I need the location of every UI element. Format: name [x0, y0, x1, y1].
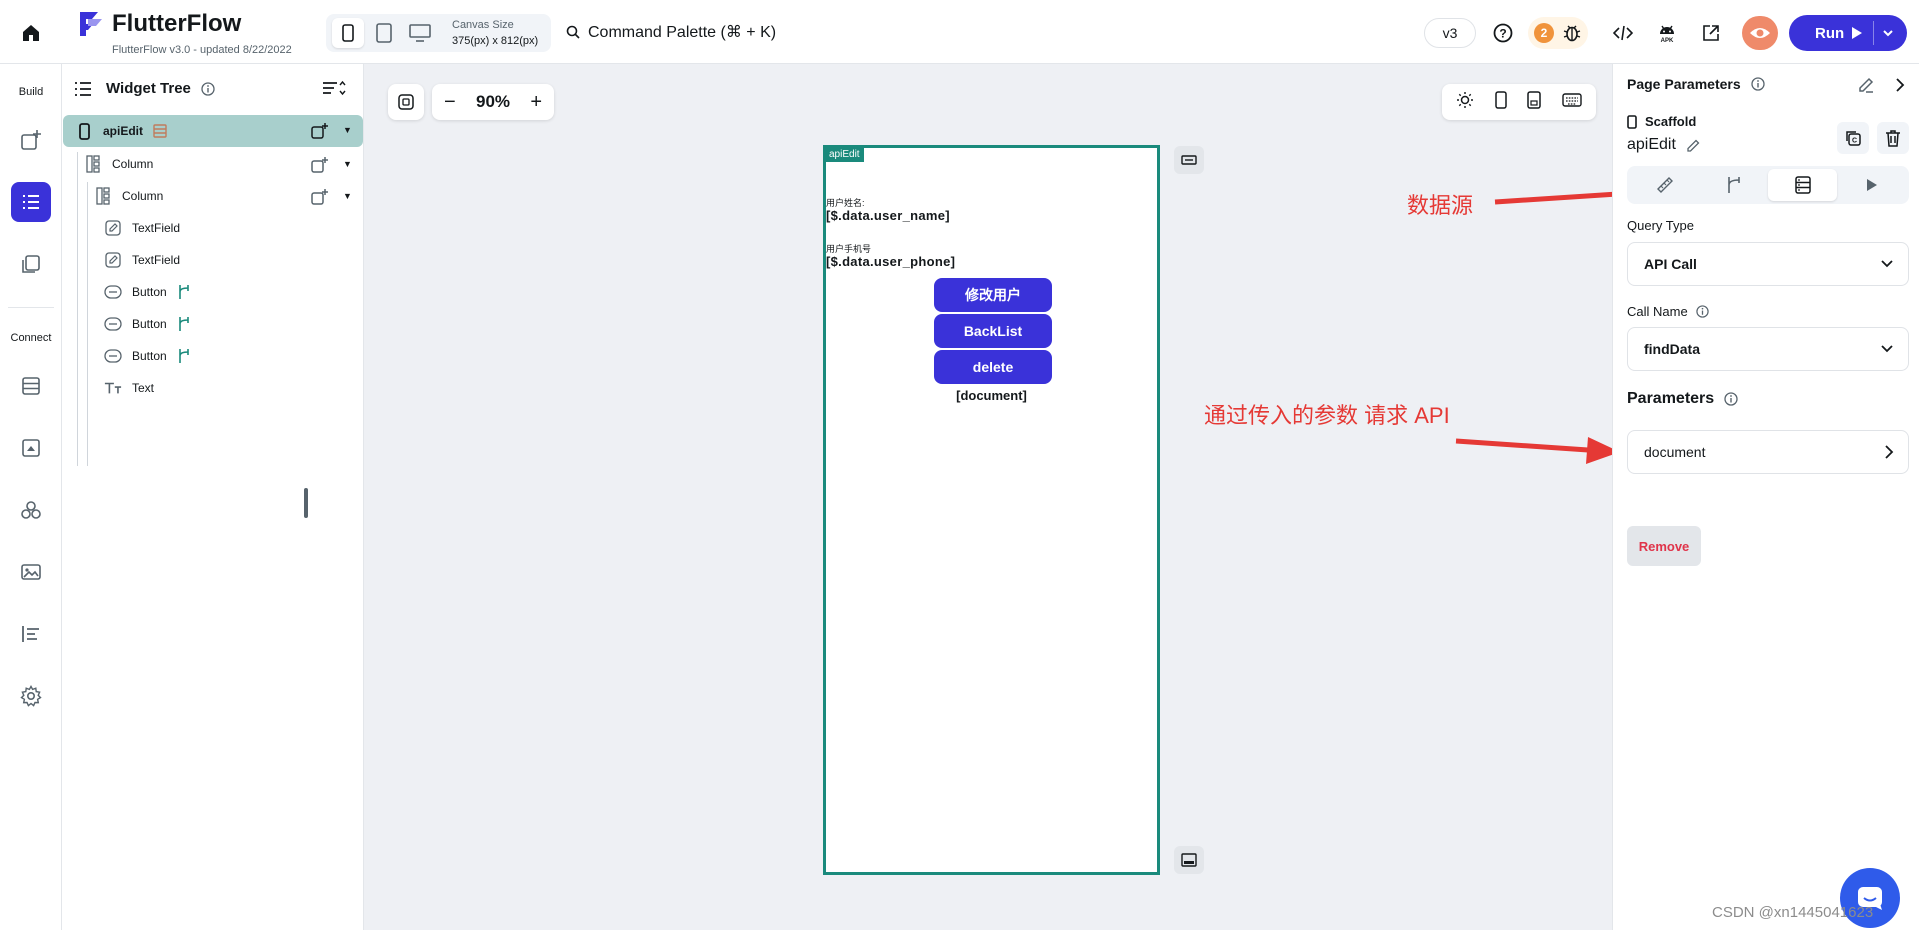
edit-pencil-icon[interactable] [1857, 76, 1875, 99]
copy-widget-icon[interactable]: C [1837, 122, 1869, 154]
properties-tabs [1627, 166, 1909, 204]
query-type-select[interactable]: API Call [1627, 242, 1909, 286]
panel-title: Page Parameters [1627, 76, 1741, 92]
rename-pencil-icon[interactable] [1686, 138, 1701, 153]
query-type-label-text: Query Type [1627, 218, 1694, 233]
request-api-annotation: 通过传入的参数 请求 API [1204, 403, 1450, 428]
query-type-label: Query Type [1627, 218, 1694, 233]
widget-name[interactable]: apiEdit [1627, 136, 1701, 154]
widget-type: Scaffold [1627, 114, 1696, 129]
remove-query-button[interactable]: Remove [1627, 526, 1701, 566]
parameters-section: Parameters [1627, 390, 1738, 408]
tab-animations[interactable] [1837, 169, 1906, 201]
widget-name-label: apiEdit [1627, 136, 1676, 153]
delete-trash-icon[interactable] [1877, 122, 1909, 154]
widget-type-label: Scaffold [1645, 114, 1697, 129]
tab-backend-query[interactable] [1768, 169, 1837, 201]
call-name-select[interactable]: findData [1627, 327, 1909, 371]
datasource-annotation: 数据源 [1407, 193, 1474, 218]
call-name-label-text: Call Name [1627, 304, 1688, 319]
parameters-title: Parameters [1627, 390, 1715, 407]
properties-panel: Page Parameters Scaffold apiEdit C Query… [1612, 64, 1919, 930]
info-icon[interactable] [1696, 305, 1709, 318]
call-name-value: findData [1644, 341, 1700, 357]
database-icon [1794, 176, 1811, 194]
query-type-value: API Call [1644, 256, 1697, 272]
chevron-right-icon [1885, 445, 1894, 459]
info-icon[interactable] [1724, 392, 1738, 406]
ruler-pencil-icon [1656, 177, 1673, 193]
tab-actions[interactable] [1699, 169, 1768, 201]
chevron-right-icon[interactable] [1893, 76, 1907, 99]
call-name-label: Call Name [1627, 304, 1709, 319]
svg-text:C: C [1852, 138, 1857, 145]
play-icon [1866, 179, 1877, 191]
parameter-name: document [1644, 444, 1706, 460]
chevron-down-icon [1881, 260, 1893, 268]
action-flow-icon [1727, 177, 1740, 193]
tab-properties[interactable] [1630, 169, 1699, 201]
info-icon[interactable] [1750, 77, 1765, 91]
csdn-watermark: CSDN @xn1445041623 [1712, 904, 1874, 921]
arrow-to-parameter [1455, 438, 1589, 453]
panel-header: Page Parameters [1627, 76, 1765, 92]
phone-icon [1627, 114, 1637, 129]
chevron-down-icon [1881, 345, 1893, 353]
parameter-document-row[interactable]: document [1627, 430, 1909, 474]
